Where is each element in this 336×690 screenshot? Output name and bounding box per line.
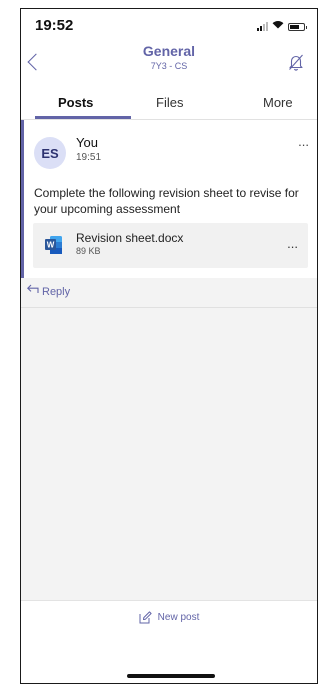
team-subtitle: 7Y3 - CS bbox=[150, 61, 188, 71]
avatar[interactable]: ES bbox=[34, 137, 66, 169]
post-timestamp: 19:51 bbox=[76, 152, 102, 163]
new-post-label: New post bbox=[157, 612, 200, 623]
file-more-options-icon[interactable]: ... bbox=[287, 236, 298, 251]
wifi-icon bbox=[272, 20, 284, 31]
new-post-button[interactable]: New post bbox=[21, 601, 317, 634]
channel-header[interactable]: General 7Y3 - CS bbox=[21, 43, 317, 71]
new-post-bar: New post bbox=[21, 600, 317, 635]
signal-icon bbox=[257, 22, 268, 31]
battery-icon bbox=[288, 23, 307, 31]
reply-label: Reply bbox=[42, 286, 71, 298]
reply-arrow-icon bbox=[27, 284, 39, 293]
word-doc-icon: W bbox=[45, 236, 62, 254]
post-message: Complete the following revision sheet to… bbox=[34, 186, 299, 216]
svg-text:W: W bbox=[47, 241, 55, 250]
status-time: 19:52 bbox=[35, 17, 74, 34]
tab-more[interactable]: More bbox=[263, 95, 293, 110]
channel-title: General bbox=[142, 43, 196, 59]
tab-files[interactable]: Files bbox=[156, 95, 183, 110]
status-icons bbox=[257, 20, 307, 31]
post-card: ES You 19:51 ... Complete the following … bbox=[21, 120, 317, 278]
file-attachment[interactable]: W Revision sheet.docx 89 KB ... bbox=[33, 223, 308, 268]
phone-screen: 19:52 General 7Y3 - CS Posts Files More … bbox=[20, 8, 318, 684]
file-name: Revision sheet.docx bbox=[76, 231, 184, 245]
compose-icon bbox=[139, 611, 152, 624]
bell-off-icon[interactable] bbox=[287, 53, 305, 71]
home-indicator[interactable] bbox=[127, 674, 215, 678]
file-size: 89 KB bbox=[76, 246, 101, 256]
tab-bar: Posts Files More bbox=[21, 91, 317, 120]
tab-posts[interactable]: Posts bbox=[58, 95, 93, 110]
post-more-options-icon[interactable]: ... bbox=[298, 134, 309, 149]
post-author: You bbox=[76, 135, 98, 150]
reply-button[interactable]: Reply bbox=[21, 278, 317, 308]
active-tab-indicator bbox=[35, 116, 131, 119]
